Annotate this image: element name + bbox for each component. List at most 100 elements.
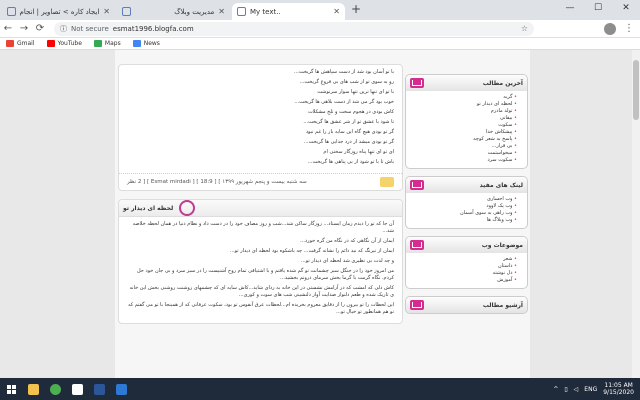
bookmark-news[interactable]: News <box>132 40 160 47</box>
scroll-thumb[interactable] <box>633 60 639 120</box>
chrome-icon <box>49 383 61 395</box>
post-meta: سه شنبه بیست و پنجم شهریور ۱۳۹۹ ] [ 18:9… <box>119 173 402 190</box>
tab-1-label: ایجاد کاره > تصاویر | انجام مید <box>20 7 100 16</box>
post-header: لحظه ای دیدار تو <box>119 200 402 217</box>
sidebar-link[interactable]: آموزش <box>410 277 517 284</box>
profile-avatar[interactable] <box>604 22 616 35</box>
address-toolbar: ← → ⟳ ⓘ Not secure esmat1996.blogfa.com … <box>0 20 640 38</box>
post-line: گر تو بودی میشد از درد جدایی ها گریخت... <box>303 139 394 145</box>
sidebar-link[interactable]: بیقانی <box>410 115 517 122</box>
post-poem: با تو آسان بود شد از دست سپاهش ها گریخت.… <box>118 64 403 191</box>
info-icon[interactable]: ⓘ <box>60 24 67 34</box>
forward-button[interactable]: → <box>16 23 32 34</box>
bookmark-label: Gmail <box>17 40 35 47</box>
bookmark-label: YouTube <box>57 40 82 47</box>
sidebar-link[interactable]: پاسخ به شعر کوچه <box>410 136 517 143</box>
store-icon <box>115 383 127 395</box>
tab-3-label: My text.. <box>250 7 281 16</box>
sidebar-link[interactable]: وب پک لاوود <box>410 203 517 210</box>
sidebar-link[interactable]: بی قرار... <box>410 143 517 150</box>
sidebar-link[interactable]: وب راهی به سوی آسمان <box>410 210 517 217</box>
menu-kebab-icon[interactable]: ⋮ <box>624 23 634 34</box>
post-line: با تو آسان بود شد از دست سپاهش ها گریخت.… <box>294 69 394 75</box>
sidebar-list: وب احساریوب پک لاوودوب راهی به سوی آسمان… <box>406 193 527 228</box>
sidebar-link[interactable]: سکوت سرد <box>410 157 517 164</box>
tab-2[interactable]: مدیریت وبلاگ ✕ <box>117 3 230 20</box>
sidebar-link[interactable]: داستان <box>410 263 517 270</box>
post-line: این لحظات را تو بیرون را از دقایق معروم … <box>128 302 394 315</box>
sidebar-link[interactable]: گربه <box>410 94 517 101</box>
sidebar-link[interactable]: میخواستمت <box>410 150 517 157</box>
tab-bar: ایجاد کاره > تصاویر | انجام مید ✕ مدیریت… <box>0 0 640 20</box>
volume-icon[interactable]: ◁ <box>574 386 579 393</box>
sidebar: آخرین مطالب گربهلحظه ای دیدار توتولد مادر… <box>405 74 528 321</box>
post-meta-text[interactable]: سه شنبه بیست و پنجم شهریور ۱۳۹۹ ] [ 18:9… <box>127 179 307 185</box>
bookmark-label: Maps <box>104 40 121 47</box>
minimize-button[interactable]: — <box>556 0 584 16</box>
post-line: خوب بود گر می شد از دست بلاهی ها گریخت..… <box>294 99 394 105</box>
url-bar[interactable]: ⓘ Not secure esmat1996.blogfa.com ☆ <box>54 21 534 36</box>
post-line: کاش بودی در هجوم سخت و تلخ مشکلات <box>307 109 394 115</box>
maximize-button[interactable]: ☐ <box>584 0 612 16</box>
mail-button[interactable] <box>66 378 88 400</box>
page-scrollbar[interactable] <box>632 50 640 378</box>
url-text[interactable]: esmat1996.blogfa.com <box>113 25 194 33</box>
post-body: آن جا که تو را دیدم زمان ایستاد... روزگا… <box>119 217 402 323</box>
blog-favicon-icon <box>122 7 131 16</box>
network-icon[interactable]: ▯ <box>564 386 567 393</box>
back-button[interactable]: ← <box>0 23 16 34</box>
windows-taskbar: ^ ▯ ◁ ENG 11:05 AM 9/15/2020 <box>0 378 640 400</box>
bookmark-gmail[interactable]: Gmail <box>6 40 35 47</box>
sidebar-link[interactable]: تولد مادرم <box>410 108 517 115</box>
clock-date: 9/15/2020 <box>603 389 634 396</box>
bookmark-youtube[interactable]: YouTube <box>46 40 82 47</box>
store-button[interactable] <box>110 378 132 400</box>
tab-close-icon[interactable]: ✕ <box>218 7 225 16</box>
new-tab-button[interactable]: + <box>351 2 361 16</box>
maps-icon <box>93 40 102 47</box>
blog-page: با تو آسان بود شد از دست سپاهش ها گریخت.… <box>115 50 530 378</box>
tray-chevron-icon[interactable]: ^ <box>553 386 558 393</box>
language-indicator[interactable]: ENG <box>584 386 597 393</box>
envelope-icon <box>410 180 424 190</box>
sidebar-box-header: لینک های مفید <box>406 177 527 193</box>
sidebar-box-title: آرشیو مطالب <box>482 301 523 309</box>
tab-3-active[interactable]: My text.. ✕ <box>232 3 345 20</box>
tab-close-icon[interactable]: ✕ <box>103 7 110 16</box>
gmail-icon <box>6 40 14 47</box>
swirl-logo-icon <box>179 200 196 216</box>
post-line: رو به سوی تو از شب های بی فروغ گریخت... <box>299 79 394 85</box>
post-line: با تو ای تنها ترین تنها سوار سرنوشت <box>317 89 394 95</box>
windows-logo-icon <box>6 384 16 394</box>
post-line: من امروز خود را در جنگل سبز چشمانت تو گم… <box>137 268 394 281</box>
sidebar-link[interactable]: سکوت <box>410 122 517 129</box>
bookmark-maps[interactable]: Maps <box>93 40 121 47</box>
post-line: تا شود با عشق تو از شر عشق ها گریخت... <box>303 119 394 125</box>
clock[interactable]: 11:05 AM 9/15/2020 <box>603 382 634 396</box>
sidebar-link[interactable]: پیشکاش خدا <box>410 129 517 136</box>
reload-button[interactable]: ⟳ <box>32 23 48 34</box>
sidebar-link[interactable]: دل نوشته <box>410 270 517 277</box>
close-window-button[interactable]: ✕ <box>612 0 640 16</box>
tab-close-icon[interactable]: ✕ <box>333 7 340 16</box>
sidebar-link[interactable]: وب احساری <box>410 196 517 203</box>
main-column: با تو آسان بود شد از دست سپاهش ها گریخت.… <box>118 50 403 332</box>
sidebar-box-header: آخرین مطالب <box>406 75 527 91</box>
sidebar-box-title: آخرین مطالب <box>482 79 523 87</box>
clock-time: 11:05 AM <box>604 382 633 389</box>
sidebar-link[interactable]: وب وبلاگ ها <box>410 217 517 224</box>
post-line: ایمان از آن نگاهی که در نگاه من گره خورد… <box>300 238 394 244</box>
sidebar-link[interactable]: لحظه ای دیدار تو <box>410 101 517 108</box>
post-title[interactable]: لحظه ای دیدار تو <box>123 205 173 212</box>
file-explorer-button[interactable] <box>22 378 44 400</box>
sidebar-link[interactable]: شعر <box>410 256 517 263</box>
start-button[interactable] <box>0 378 22 400</box>
sidebar-box-title: موضوعات وب <box>481 241 523 249</box>
sidebar-box: آرشیو مطالب <box>405 296 528 314</box>
pencil-icon <box>380 177 394 187</box>
chrome-button[interactable] <box>44 378 66 400</box>
news-icon <box>132 40 141 47</box>
bookmark-star-icon[interactable]: ☆ <box>521 24 528 33</box>
word-button[interactable] <box>88 378 110 400</box>
tab-1[interactable]: ایجاد کاره > تصاویر | انجام مید ✕ <box>2 3 115 20</box>
